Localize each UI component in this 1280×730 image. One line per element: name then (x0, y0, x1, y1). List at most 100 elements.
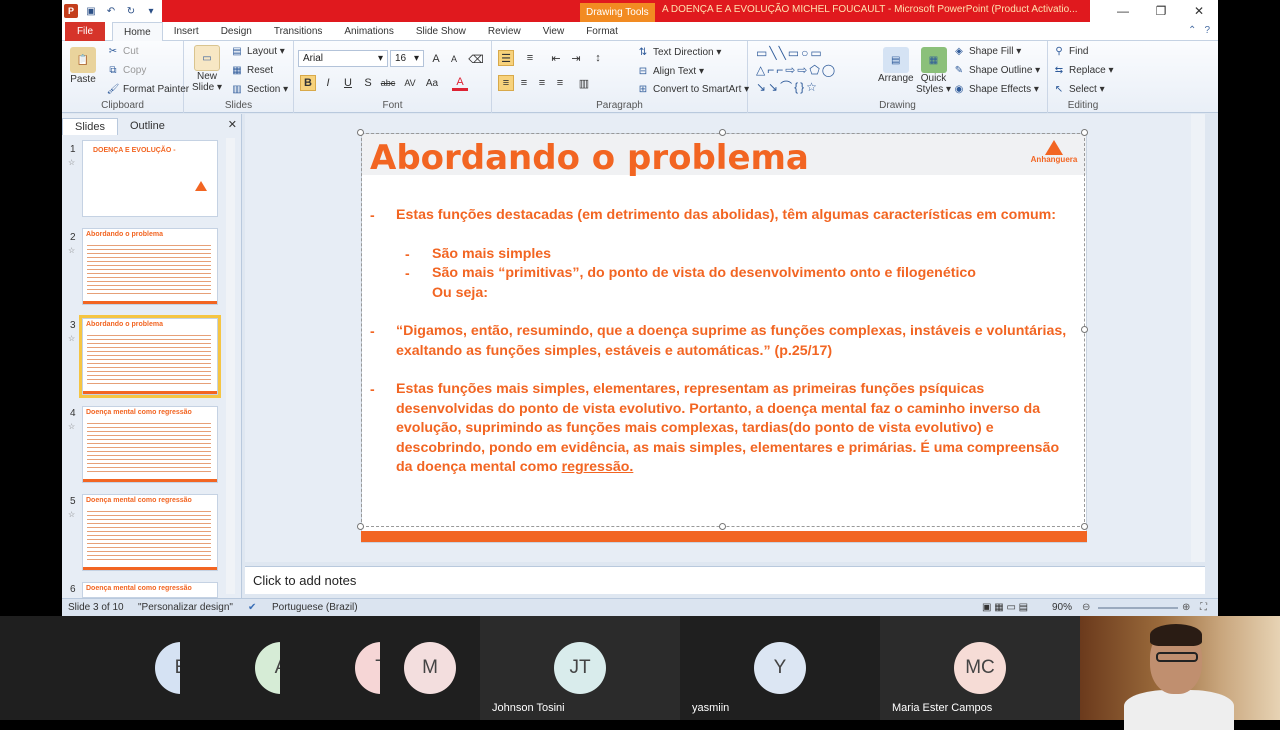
reset-button[interactable]: ▦ Reset (230, 64, 273, 77)
participant-tile[interactable]: Y yasmiin (680, 616, 880, 720)
strikethrough-button[interactable]: abc (380, 75, 396, 91)
quick-styles-button[interactable]: ▦ Quick Styles ▾ (916, 47, 951, 95)
tab-transitions[interactable]: Transitions (263, 22, 334, 41)
minimize-button[interactable]: — (1104, 0, 1142, 22)
bullets-icon[interactable]: ☰ (498, 50, 514, 66)
format-painter-button[interactable]: 🖌 Format Painter (106, 83, 190, 96)
slide-thumbnail-2[interactable]: Abordando o problema (82, 228, 218, 305)
align-center-icon[interactable]: ≡ (516, 75, 532, 91)
regressao-link[interactable]: regressão. (562, 459, 634, 475)
change-case-icon[interactable]: Aa (424, 75, 440, 91)
slide-thumbnail-5[interactable]: Doença mental como regressão (82, 494, 218, 571)
save-icon[interactable]: ▣ (84, 4, 98, 18)
avatar: JT (554, 642, 606, 694)
zoom-out-icon[interactable]: ⊖ (1082, 602, 1090, 613)
undo-icon[interactable]: ↶ (104, 4, 118, 18)
cut-button[interactable]: ✂ Cut (106, 45, 139, 58)
minimize-ribbon-icon[interactable]: ⌃ (1188, 25, 1196, 36)
resize-handle[interactable] (357, 129, 364, 136)
tab-slide-show[interactable]: Slide Show (405, 22, 477, 41)
font-size-select[interactable]: 16 ▾ (390, 50, 424, 67)
tab-slides[interactable]: Slides (62, 117, 118, 135)
slide-scrollbar[interactable] (1191, 114, 1205, 562)
resize-handle[interactable] (719, 129, 726, 136)
language[interactable]: Portuguese (Brazil) (272, 602, 358, 613)
thumbnails-scrollbar[interactable] (226, 138, 235, 594)
underline-button[interactable]: U (340, 75, 356, 91)
powerpoint-logo-icon[interactable]: P (64, 4, 78, 18)
numbering-icon[interactable]: ≡ (522, 50, 538, 66)
align-text-button[interactable]: ⊟ Align Text ▾ (636, 65, 704, 78)
shapes-gallery[interactable]: ▭╲╲▭○▭ △⌐⌐⇨⇨⬠◯ ↘↘⌒{}☆ (756, 45, 856, 99)
replace-label: Replace ▾ (1069, 65, 1114, 76)
redo-icon[interactable]: ↻ (124, 4, 138, 18)
columns-icon[interactable]: ▥ (576, 75, 592, 91)
slide-thumbnail-1[interactable]: DOENÇA E EVOLUÇÃO - (82, 140, 218, 217)
shrink-font-icon[interactable]: A (446, 51, 462, 67)
character-spacing-icon[interactable]: AV (402, 75, 418, 91)
new-slide-button[interactable]: ▭ New Slide ▾ (192, 45, 222, 93)
tab-outline[interactable]: Outline (118, 118, 177, 134)
tab-animations[interactable]: Animations (333, 22, 404, 41)
slide-title[interactable]: Abordando o problema (370, 138, 809, 178)
select-button[interactable]: ↖ Select ▾ (1052, 83, 1105, 96)
section-button[interactable]: ▥ Section ▾ (230, 83, 288, 96)
resize-handle[interactable] (1081, 523, 1088, 530)
resize-handle[interactable] (357, 523, 364, 530)
participant-tile[interactable]: MC Maria Ester Campos (880, 616, 1080, 720)
layout-button[interactable]: ▤ Layout ▾ (230, 45, 285, 58)
zoom-in-icon[interactable]: ⊕ (1182, 602, 1190, 613)
line-spacing-icon[interactable]: ↕ (590, 50, 606, 66)
font-family-select[interactable]: Arial ▾ (298, 50, 388, 67)
grow-font-icon[interactable]: A (428, 51, 444, 67)
arrange-button[interactable]: ▤ Arrange (878, 47, 914, 84)
tab-insert[interactable]: Insert (163, 22, 210, 41)
quick-styles-label-2: Styles ▾ (916, 84, 952, 95)
copy-button[interactable]: ⧉ Copy (106, 64, 146, 77)
fit-to-window-icon[interactable]: ⛶ (1200, 602, 1207, 613)
presenter-camera-video[interactable] (1080, 616, 1280, 730)
convert-smartart-button[interactable]: ⊞ Convert to SmartArt ▾ (636, 83, 749, 96)
tab-home[interactable]: Home (112, 22, 163, 41)
align-left-icon[interactable]: ≡ (498, 75, 514, 91)
shadow-button[interactable]: S (360, 75, 376, 91)
find-button[interactable]: ⚲ Find (1052, 45, 1088, 58)
resize-handle[interactable] (719, 523, 726, 530)
zoom-level[interactable]: 90% (1052, 602, 1072, 613)
tab-review[interactable]: Review (477, 22, 532, 41)
justify-icon[interactable]: ≡ (552, 75, 568, 91)
slide-thumbnail-6[interactable]: Doença mental como regressão (82, 582, 218, 598)
view-buttons[interactable]: ▣ ▦ ▭ ▤ (982, 602, 1028, 613)
tab-view[interactable]: View (532, 22, 576, 41)
close-button[interactable]: ✕ (1180, 0, 1218, 22)
replace-button[interactable]: ⇆ Replace ▾ (1052, 64, 1114, 77)
paste-button[interactable]: 📋 Paste (70, 47, 96, 85)
text-direction-button[interactable]: ⇅ Text Direction ▾ (636, 46, 722, 59)
clear-formatting-icon[interactable]: ⌫ (468, 51, 484, 67)
tab-design[interactable]: Design (210, 22, 263, 41)
help-icon[interactable]: ? (1204, 25, 1210, 36)
participant-tile[interactable]: M (380, 616, 480, 720)
tab-format[interactable]: Format (575, 22, 629, 41)
bold-button[interactable]: B (300, 75, 316, 91)
zoom-slider[interactable] (1098, 607, 1178, 609)
italic-button[interactable]: I (320, 75, 336, 91)
customize-qat-icon[interactable]: ▾ (144, 4, 158, 18)
tab-file[interactable]: File (65, 22, 105, 41)
maximize-button[interactable]: ❐ (1142, 0, 1180, 22)
spellcheck-icon[interactable]: ✔ (248, 602, 256, 613)
close-icon[interactable]: ✕ (228, 118, 237, 131)
resize-handle[interactable] (1081, 129, 1088, 136)
align-right-icon[interactable]: ≡ (534, 75, 550, 91)
shape-fill-button[interactable]: ◈ Shape Fill ▾ (952, 45, 1021, 58)
participant-tile[interactable]: JT Johnson Tosini (480, 616, 680, 720)
font-color-button[interactable]: A (452, 75, 468, 91)
increase-indent-icon[interactable]: ⇥ (568, 50, 584, 66)
slide-thumbnail-3[interactable]: Abordando o problema (79, 315, 221, 398)
shape-effects-button[interactable]: ◉ Shape Effects ▾ (952, 83, 1039, 96)
shape-outline-button[interactable]: ✎ Shape Outline ▾ (952, 64, 1040, 77)
decrease-indent-icon[interactable]: ⇤ (548, 50, 564, 66)
slide-thumbnail-4[interactable]: Doença mental como regressão (82, 406, 218, 483)
resize-handle[interactable] (1081, 326, 1088, 333)
notes-pane[interactable]: Click to add notes (245, 566, 1205, 594)
